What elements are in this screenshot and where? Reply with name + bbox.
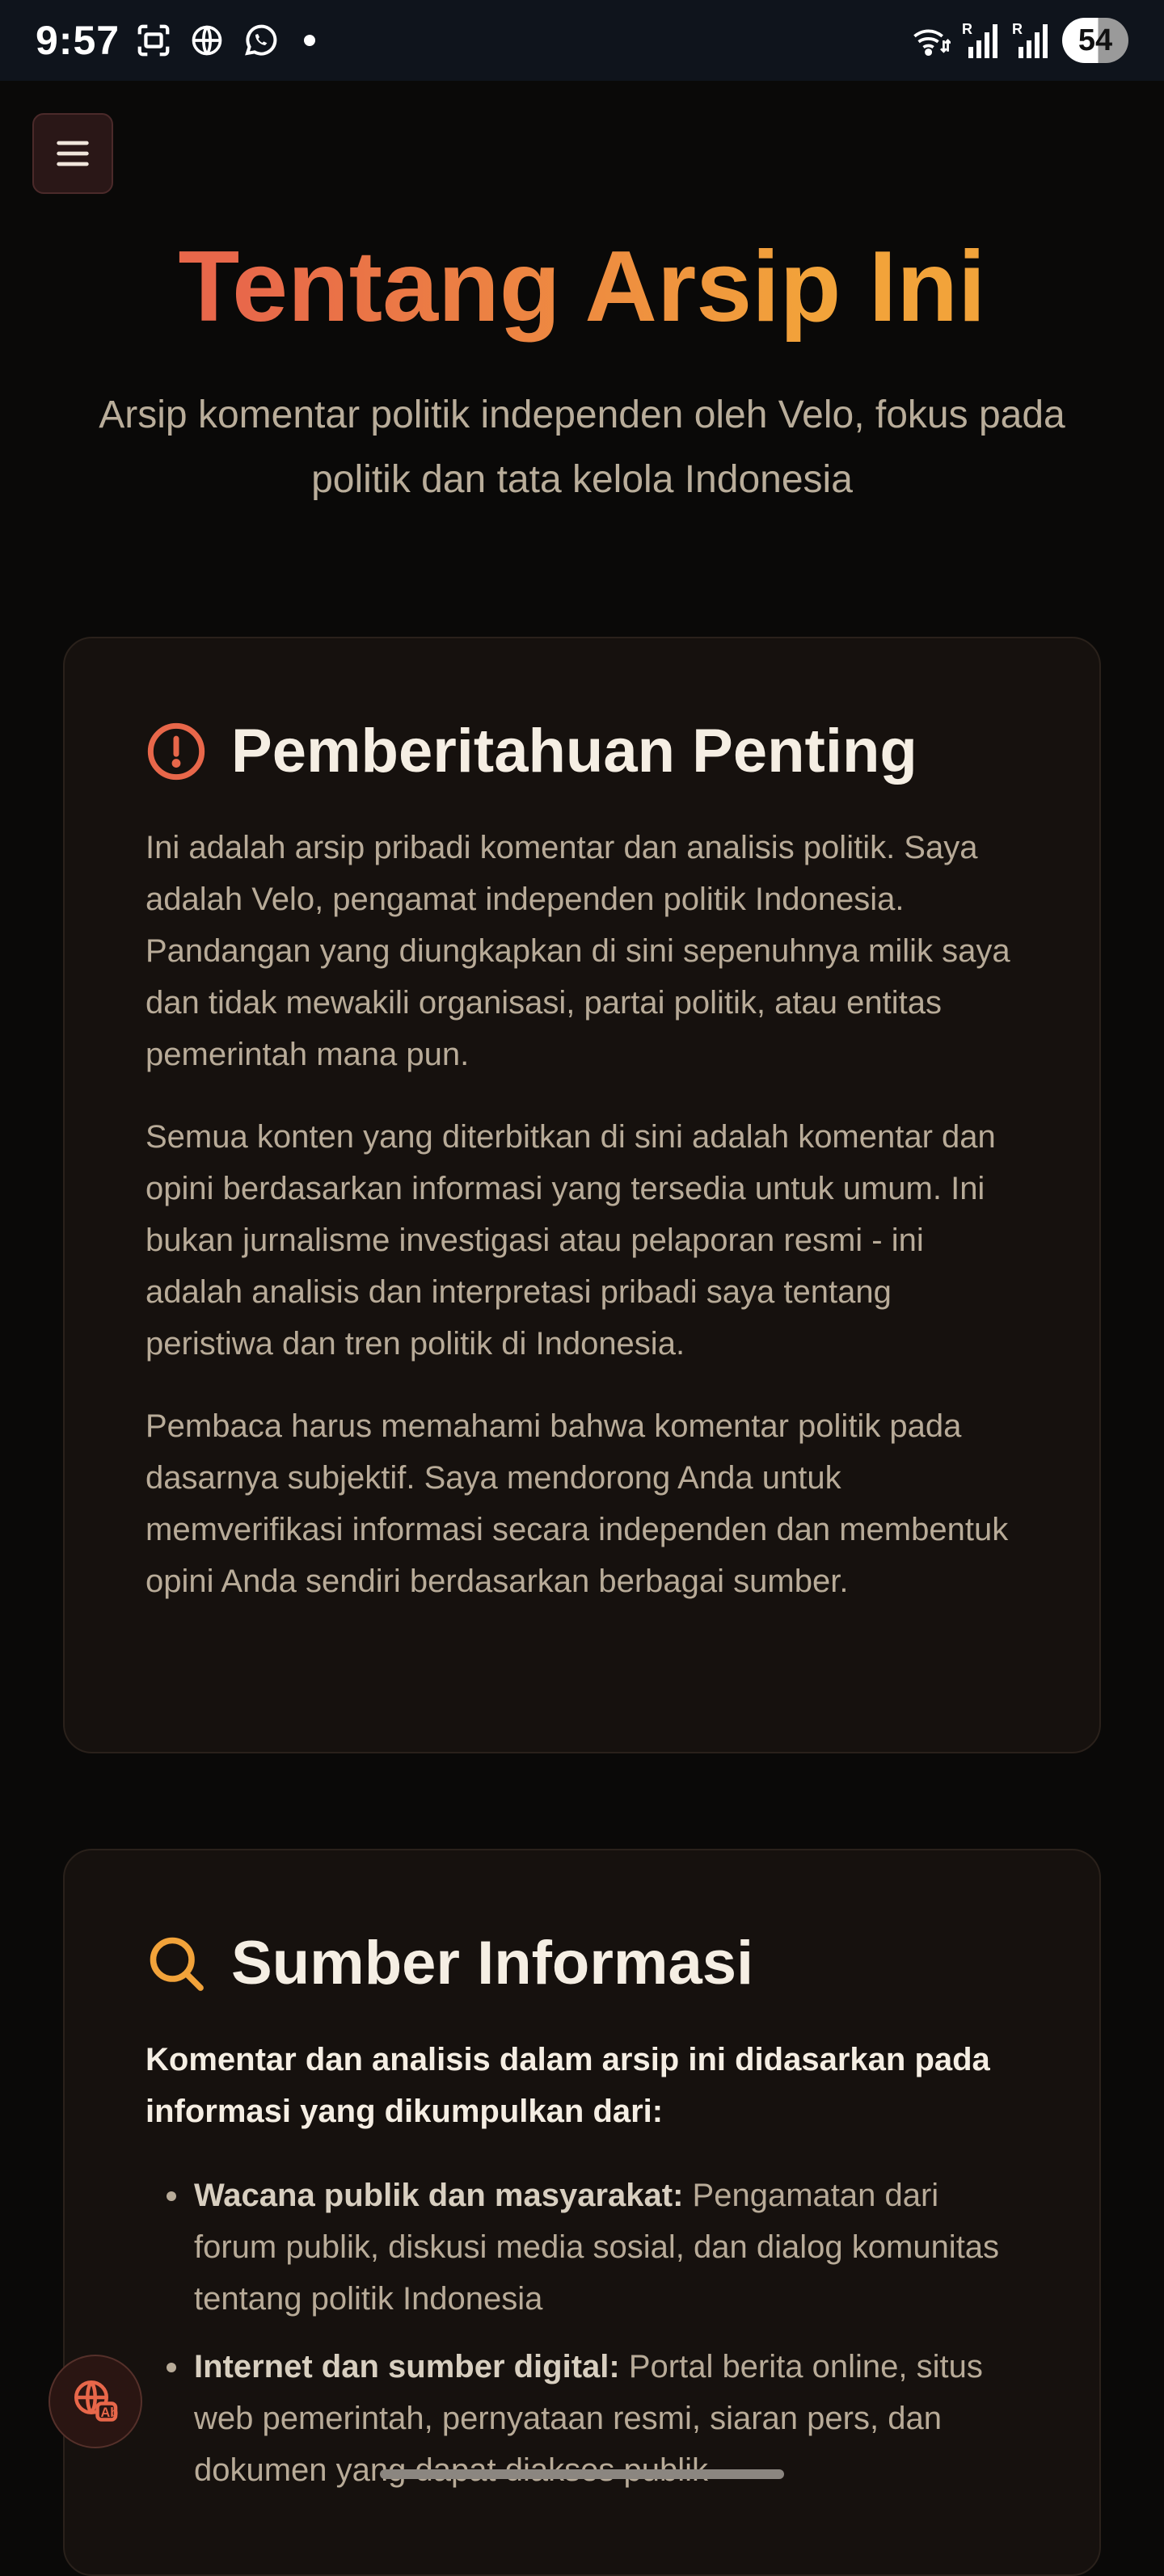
- language-globe-icon: Ab: [74, 2380, 119, 2422]
- sources-card-header: Sumber Informasi: [146, 1928, 1018, 1998]
- source-label: Internet dan sumber digital:: [194, 2349, 620, 2384]
- notice-paragraph: Semua konten yang diterbitkan di sini ad…: [146, 1119, 996, 1362]
- status-bar-right: R R 54: [912, 18, 1128, 63]
- svg-text:Ab: Ab: [101, 2406, 119, 2420]
- search-icon: [150, 1937, 204, 1991]
- notice-paragraph: Ini adalah arsip pribadi komentar dan an…: [146, 830, 1010, 1072]
- hamburger-menu-icon: [57, 141, 89, 166]
- wifi-icon: [912, 21, 951, 60]
- sources-lead: Komentar dan analisis dalam arsip ini di…: [146, 2042, 990, 2129]
- status-bar: 9:57 R R 54: [0, 0, 1164, 81]
- status-bar-left: 9:57: [36, 17, 316, 64]
- whatsapp-icon: [241, 21, 280, 60]
- sources-title: Sumber Informasi: [231, 1929, 754, 1997]
- signal-icon: R: [1012, 21, 1051, 60]
- notice-title: Pemberitahuan Penting: [231, 717, 917, 785]
- source-label: Wacana publik dan masyarakat:: [194, 2178, 684, 2213]
- page-subtitle: Arsip komentar politik independen oleh V…: [99, 394, 1065, 501]
- list-item: Wacana publik dan masyarakat: Pengamatan…: [146, 2170, 1018, 2325]
- battery-indicator: 54: [1062, 18, 1128, 63]
- status-time: 9:57: [36, 18, 120, 63]
- svg-text:R: R: [1012, 21, 1023, 37]
- menu-button[interactable]: [32, 113, 113, 194]
- screenshot-icon: [134, 21, 173, 60]
- sources-list: Wacana publik dan masyarakat: Pengamatan…: [146, 2170, 1018, 2496]
- notice-paragraph: Pembaca harus memahami bahwa komentar po…: [146, 1408, 1009, 1599]
- sources-card: Sumber Informasi Komentar dan analisis d…: [63, 1849, 1101, 2576]
- page-title: Tentang Arsip Ini: [0, 226, 1164, 347]
- home-indicator: [380, 2469, 784, 2479]
- language-button[interactable]: Ab: [48, 2355, 142, 2448]
- notice-card: Pemberitahuan Penting Ini adalah arsip p…: [63, 637, 1101, 1753]
- notification-dot: [304, 35, 316, 46]
- notice-card-header: Pemberitahuan Penting: [146, 716, 1018, 786]
- globe-icon: [188, 21, 226, 60]
- signal-icon: R: [962, 21, 1001, 60]
- alert-circle-icon: [147, 722, 205, 780]
- svg-text:R: R: [962, 21, 972, 37]
